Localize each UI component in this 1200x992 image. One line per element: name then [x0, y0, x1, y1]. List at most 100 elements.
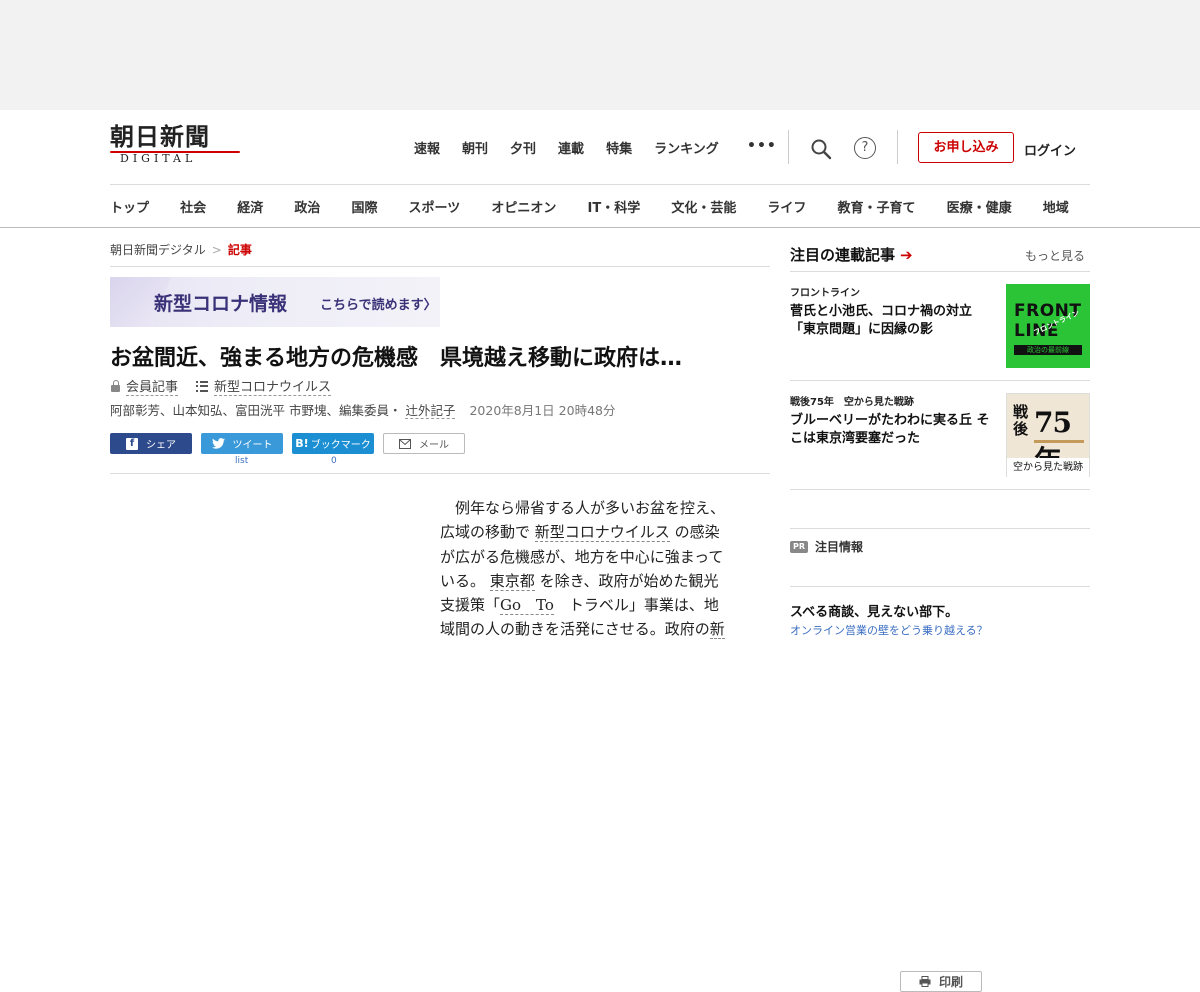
- sidebar-rule: [790, 489, 1090, 490]
- sidebar-title: 注目の連載記事 ➔: [790, 244, 913, 265]
- category-top[interactable]: トップ: [110, 197, 149, 216]
- category-health[interactable]: 医療・健康: [947, 197, 1012, 216]
- logo-jp: 朝日新聞: [110, 122, 210, 151]
- ad-banner-area: [0, 0, 1200, 110]
- category-society[interactable]: 社会: [180, 197, 206, 216]
- hatena-bookmark-label: ブックマーク: [310, 440, 371, 451]
- more-menu-icon[interactable]: •••: [747, 138, 777, 154]
- breadcrumb-rule: [110, 266, 770, 267]
- login-link[interactable]: ログイン: [1024, 140, 1076, 159]
- thumbnail-text: 空から見た戦跡: [1007, 458, 1089, 477]
- breadcrumb-separator: >: [211, 243, 222, 257]
- header-rule: [110, 184, 1090, 185]
- author-link[interactable]: 辻外記子: [405, 403, 456, 419]
- sidebar-item-title: 菅氏と小池氏、コロナ禍の対立「東京問題」に因縁の影: [790, 304, 973, 337]
- category-region[interactable]: 地域: [1043, 197, 1069, 216]
- member-article-link[interactable]: 会員記事: [126, 376, 179, 396]
- topnav-item-breaking[interactable]: 速報: [414, 138, 440, 157]
- facebook-share-button[interactable]: f シェア: [110, 433, 192, 454]
- breadcrumb: 朝日新聞デジタル > 記事: [110, 241, 252, 258]
- topnav-item-evening[interactable]: 夕刊: [510, 138, 536, 157]
- facebook-share-label: シェア: [146, 440, 176, 451]
- print-icon: [919, 976, 931, 987]
- sidebar-rule: [790, 528, 1090, 529]
- category-opinion[interactable]: オピニオン: [491, 197, 556, 216]
- twitter-icon: [211, 438, 225, 449]
- sidebar-item-title: ブルーベリーがたわわに実る丘 そこは東京湾要塞だった: [790, 413, 990, 446]
- category-international[interactable]: 国際: [351, 197, 377, 216]
- header-divider: [897, 130, 898, 164]
- twitter-count[interactable]: list: [235, 456, 248, 466]
- body-text: 広域の移動で: [440, 523, 531, 542]
- category-politics[interactable]: 政治: [294, 197, 320, 216]
- article-tags: 会員記事 新型コロナウイルス: [110, 376, 332, 396]
- topnav-item-features[interactable]: 特集: [606, 138, 632, 157]
- category-culture[interactable]: 文化・芸能: [671, 197, 736, 216]
- sidebar-more-link[interactable]: もっと見る: [1025, 247, 1085, 264]
- logo-swoosh: [110, 151, 240, 153]
- top-nav: 速報 朝刊 夕刊 連載 特集 ランキング: [414, 138, 741, 157]
- category-sports[interactable]: スポーツ: [409, 197, 461, 216]
- twitter-share-label: ツイート: [232, 440, 273, 451]
- thumbnail-decoration: [1034, 440, 1084, 443]
- category-life[interactable]: ライフ: [767, 197, 806, 216]
- sidebar-rule: [790, 271, 1090, 272]
- print-button[interactable]: 印刷: [900, 971, 982, 992]
- apply-button[interactable]: お申し込み: [918, 132, 1014, 163]
- keyword-link[interactable]: Go To: [500, 596, 554, 616]
- print-label: 印刷: [938, 975, 963, 989]
- topnav-item-ranking[interactable]: ランキング: [654, 138, 719, 157]
- facebook-icon: f: [126, 437, 138, 450]
- banner-cta: こちらで読めます〉: [320, 298, 437, 313]
- body-text: 例年なら帰省する人が多いお盆を控え、: [440, 499, 726, 517]
- header-divider: [788, 130, 789, 164]
- body-text: 域間の人の動きを活発にさせる。政府の: [440, 620, 710, 639]
- body-text: トラベル」事業は、地: [553, 596, 719, 615]
- corona-info-banner[interactable]: 新型コロナ情報 こちらで読めます〉: [110, 277, 440, 327]
- help-icon[interactable]: ?: [854, 137, 876, 159]
- thumbnail-text: 政治の最前線: [1014, 345, 1082, 355]
- topnav-item-series[interactable]: 連載: [558, 138, 584, 157]
- search-icon[interactable]: [810, 138, 832, 160]
- mail-icon: [399, 438, 411, 449]
- category-nav: トップ 社会 経済 政治 国際 スポーツ オピニオン IT・科学 文化・芸能 ラ…: [110, 197, 1200, 216]
- frontline-thumbnail[interactable]: FRONT LINE フロントライン 政治の最前線: [1006, 284, 1090, 368]
- breadcrumb-home[interactable]: 朝日新聞デジタル: [110, 243, 206, 257]
- category-it-science[interactable]: IT・科学: [588, 197, 641, 216]
- twitter-share-button[interactable]: ツイート: [201, 433, 283, 454]
- authors: 阿部彰芳、山本知弘、富田洸平 市野塊、編集委員・: [110, 403, 402, 418]
- article-headline: お盆間近、強まる地方の危機感 県境越え移動に政府は…: [110, 346, 683, 371]
- article-body: 例年なら帰省する人が多いお盆を控え、 広域の移動で 新型コロナウイルス の感染 …: [440, 496, 752, 642]
- sidebar-rule: [790, 586, 1090, 587]
- body-text: いる。: [440, 571, 486, 590]
- logo-en: DIGITAL: [120, 152, 197, 165]
- arrow-right-icon: ➔: [900, 245, 913, 264]
- banner-title: 新型コロナ情報: [154, 293, 288, 315]
- topnav-item-morning[interactable]: 朝刊: [462, 138, 488, 157]
- topic-link[interactable]: 新型コロナウイルス: [214, 376, 332, 396]
- hatena-count[interactable]: 0: [331, 456, 337, 466]
- share-buttons: f シェア ツイート B! ブックマーク メール 印刷: [110, 433, 982, 992]
- keyword-link[interactable]: 新型コロナウイルス: [534, 523, 670, 543]
- war-sites-thumbnail[interactable]: 戦後 75年 空から見た戦跡: [1006, 393, 1090, 477]
- sidebar-title-text: 注目の連載記事: [790, 246, 896, 264]
- pr-ad-title[interactable]: スベる商談、見えない部下。: [790, 601, 958, 620]
- body-text: が広がる危機感が、地方を中心に強まって: [440, 547, 724, 566]
- body-text: 支援策「: [440, 596, 501, 615]
- category-education[interactable]: 教育・子育て: [838, 197, 916, 216]
- article-byline: 阿部彰芳、山本知弘、富田洸平 市野塊、編集委員・ 辻外記子 2020年8月1日 …: [110, 400, 615, 419]
- breadcrumb-current: 記事: [227, 243, 252, 257]
- site-logo[interactable]: 朝日新聞 DIGITAL: [110, 124, 242, 170]
- thumbnail-text: 戦後: [1013, 403, 1029, 438]
- keyword-link[interactable]: 東京都: [489, 571, 535, 591]
- mail-share-label: メール: [419, 440, 449, 451]
- publish-date: 2020年8月1日 20時48分: [469, 403, 616, 418]
- pr-ad-subtitle[interactable]: オンライン営業の壁をどう乗り越える？: [790, 622, 988, 638]
- category-economy[interactable]: 経済: [237, 197, 263, 216]
- mail-share-button[interactable]: メール: [383, 433, 465, 454]
- pr-section-header: PR 注目情報: [790, 538, 863, 555]
- hatena-icon: B!: [295, 437, 309, 450]
- sidebar-rule: [790, 380, 1090, 381]
- body-text: を除き、政府が始めた観光: [539, 571, 719, 590]
- hatena-bookmark-button[interactable]: B! ブックマーク: [292, 433, 374, 454]
